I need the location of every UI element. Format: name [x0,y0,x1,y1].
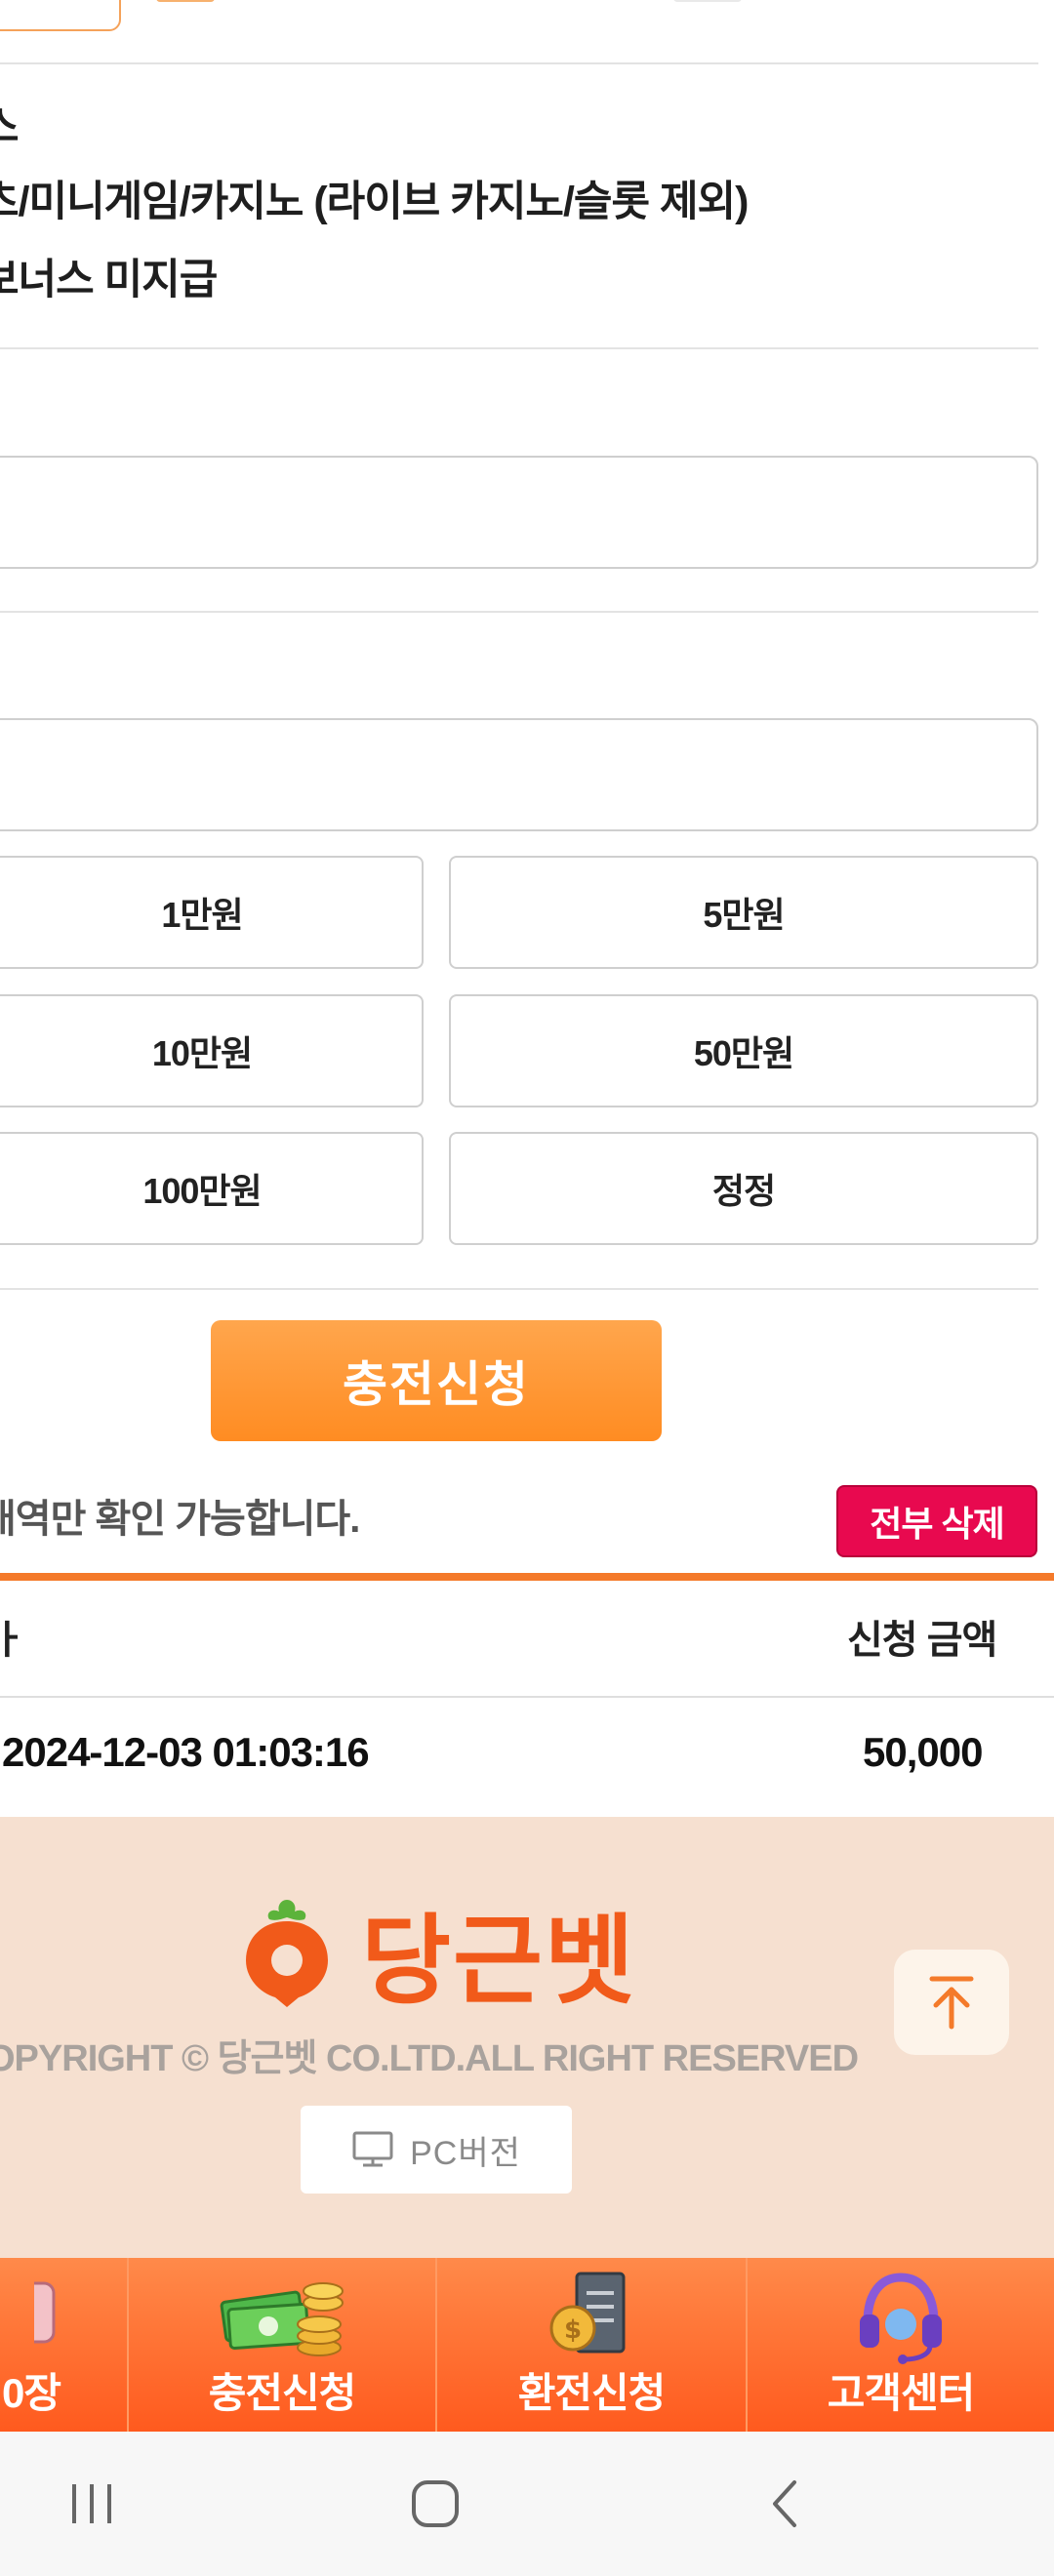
arrow-up-icon [929,1976,974,2030]
amount-10k-button[interactable]: 1만원 [0,856,424,969]
column-header-date: ㅏ [0,1619,26,1662]
delete-all-button[interactable]: 전부 삭제 [836,1485,1037,1557]
divider [0,611,1038,613]
rule-line-3: 보너스 미지급 [0,257,218,303]
pc-version-label: PC버전 [410,2134,521,2172]
rule-line-1: 스 [0,94,20,154]
divider [0,1288,1038,1290]
recent-apps-button[interactable] [61,2473,123,2535]
deposit-name-input[interactable] [0,456,1038,569]
rule-line-2: 츠/미니게임/카지노 (라이브 카지노/슬롯 제외) [0,179,749,225]
nav-label-0: 0장 [2,2370,61,2416]
history-notice: 내역만 확인 가능합니다. [0,1498,360,1541]
deposit-submit-button[interactable]: 충전신청 [211,1320,662,1441]
amount-reset-button[interactable]: 정정 [449,1132,1038,1245]
nav-label-deposit: 충전신청 [208,2370,357,2416]
table-cell-amount: 50,000 [863,1729,983,1775]
scroll-to-top-button[interactable] [894,1950,1009,2055]
system-nav-bar [0,2432,1054,2576]
nav-label-support: 고객센터 [827,2370,976,2416]
column-header-amount: 신청 금액 [847,1619,997,1662]
money-stack-icon [220,2282,344,2356]
logo-text: 당근벳 [361,1907,636,2016]
nav-item-withdraw[interactable]: $ 환전신청 [437,2258,746,2432]
amount-1m-button[interactable]: 100만원 [0,1132,424,1245]
nav-item-support[interactable]: 고객센터 [748,2258,1054,2432]
home-square-icon [412,2480,459,2527]
monitor-icon [352,2131,393,2167]
item-icon [34,2281,56,2344]
top-tab-active[interactable] [0,0,121,31]
nav-item-deposit[interactable]: 충전신청 [129,2258,435,2432]
bottom-nav: 0장 충전신청 $ 환전신청 고객센터 [0,2258,1054,2432]
home-button[interactable] [404,2473,466,2535]
table-top-border [0,1573,1054,1581]
copyright-text: OPYRIGHT © 당근벳 CO.LTD.ALL RIGHT RESERVED [0,2038,859,2079]
deposit-amount-input[interactable] [0,718,1038,831]
amount-500k-button[interactable]: 50만원 [449,994,1038,1107]
nav-item-0[interactable]: 0장 [0,2258,127,2432]
divider [0,62,1038,64]
nav-label-withdraw: 환전신청 [517,2370,667,2416]
top-tab-icon [156,0,215,2]
coin-document-icon: $ [549,2272,626,2354]
svg-text:$: $ [564,2315,582,2345]
amount-100k-button[interactable]: 10만원 [0,994,424,1107]
carrot-logo-icon [246,1899,328,2007]
headset-icon [860,2273,942,2364]
back-button[interactable] [753,2473,816,2535]
back-chevron-icon [773,2480,796,2527]
pc-version-button[interactable]: PC버전 [301,2106,572,2194]
amount-50k-button[interactable]: 5만원 [449,856,1038,969]
divider [0,347,1038,349]
menu-lines-icon [72,2484,111,2523]
top-tab-icon-2 [673,0,742,2]
table-cell-date: 2024-12-03 01:03:16 [2,1729,370,1775]
table-row-divider [0,1696,1054,1698]
brand-logo[interactable]: 당근벳 [242,1881,636,2023]
